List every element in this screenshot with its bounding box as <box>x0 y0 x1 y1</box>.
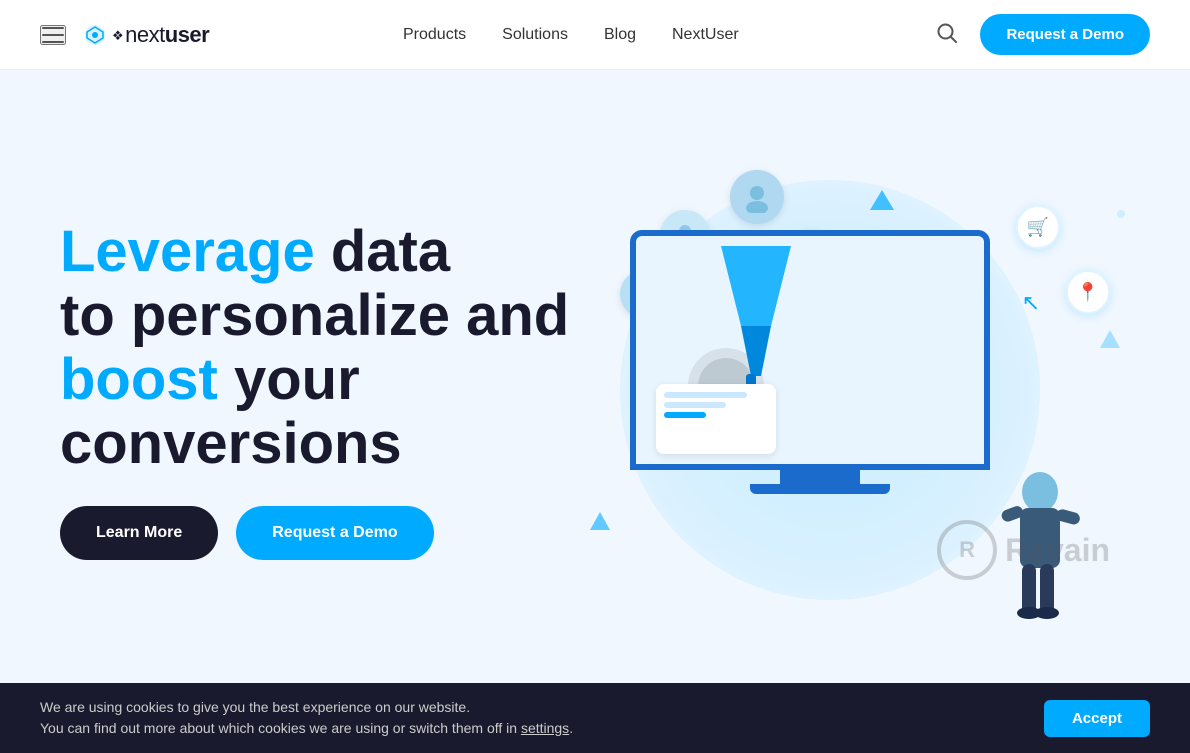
hero-title-line2: to personalize and <box>60 283 569 348</box>
hero-title-data: data <box>315 219 450 284</box>
monitor-base <box>750 484 890 494</box>
avatar-1 <box>730 170 784 224</box>
cookie-accept-button[interactable]: Accept <box>1044 700 1150 737</box>
header-left: ❖nextuser <box>40 22 209 48</box>
search-button[interactable] <box>932 18 962 51</box>
hero-content: Leverage data to personalize and boost y… <box>60 220 569 559</box>
request-demo-hero-button[interactable]: Request a Demo <box>236 506 433 560</box>
hero-illustration: 🛒 📍 ↖ <box>570 150 1130 630</box>
triangle-1 <box>870 190 894 210</box>
revain-logo: R <box>937 520 997 580</box>
location-icon-bubble: 📍 <box>1066 270 1110 314</box>
card-line-1 <box>664 392 747 398</box>
cookie-message: We are using cookies to give you the bes… <box>40 697 1024 739</box>
hero-section: Leverage data to personalize and boost y… <box>0 70 1190 690</box>
triangle-3 <box>590 512 610 530</box>
search-icon <box>936 22 958 44</box>
logo-icon <box>84 24 106 46</box>
monitor-card <box>656 384 776 454</box>
header: ❖nextuser Products Solutions Blog NextUs… <box>0 0 1190 70</box>
main-nav: Products Solutions Blog NextUser <box>403 26 739 44</box>
request-demo-header-button[interactable]: Request a Demo <box>980 14 1150 55</box>
revain-watermark: R Revain <box>937 520 1110 580</box>
cookie-banner: We are using cookies to give you the bes… <box>0 683 1190 753</box>
hero-title-boost: boost <box>60 347 218 412</box>
monitor-frame <box>630 230 990 470</box>
logo-link[interactable]: ❖nextuser <box>84 22 209 48</box>
nav-blog[interactable]: Blog <box>604 26 636 44</box>
logo-text: ❖nextuser <box>112 22 209 48</box>
nav-nextuser[interactable]: NextUser <box>672 26 739 44</box>
header-right: Request a Demo <box>932 14 1150 55</box>
dot-2 <box>1117 210 1125 218</box>
cookie-settings-link[interactable]: settings <box>521 720 569 736</box>
card-line-3 <box>664 412 706 418</box>
monitor-screen <box>636 236 984 464</box>
hero-buttons: Learn More Request a Demo <box>60 506 569 560</box>
hero-title: Leverage data to personalize and boost y… <box>60 220 569 475</box>
hero-title-conversions: conversions <box>60 411 402 476</box>
learn-more-button[interactable]: Learn More <box>60 506 218 560</box>
cart-icon-bubble: 🛒 <box>1016 205 1060 249</box>
card-line-2 <box>664 402 726 408</box>
hero-title-leverage: Leverage <box>60 219 315 284</box>
monitor-stand <box>780 470 860 484</box>
nav-solutions[interactable]: Solutions <box>502 26 568 44</box>
cursor-icon: ↖ <box>1022 290 1040 316</box>
hero-title-your: your <box>218 347 360 412</box>
hamburger-menu[interactable] <box>40 25 66 45</box>
monitor <box>630 230 1010 510</box>
nav-products[interactable]: Products <box>403 26 466 44</box>
revain-brand: Revain <box>1005 532 1110 569</box>
triangle-2 <box>1100 330 1120 348</box>
